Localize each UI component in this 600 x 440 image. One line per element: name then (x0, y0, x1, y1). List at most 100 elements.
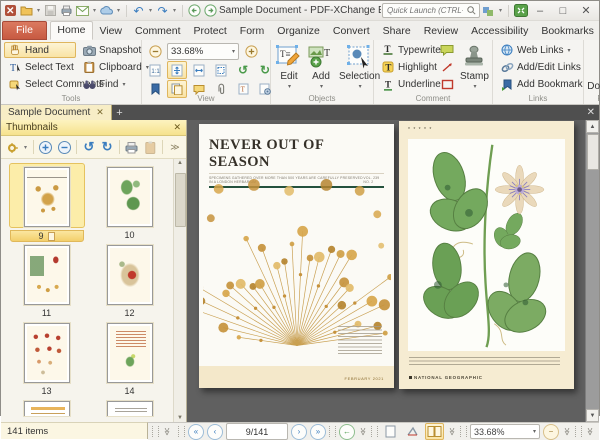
thumbnail-page-15[interactable] (5, 397, 88, 422)
cloud-dropdown[interactable]: ▾ (115, 7, 122, 14)
actual-size-button[interactable]: 1:1 (145, 61, 165, 79)
select-text-button[interactable]: T Select Text (4, 59, 76, 75)
thumbnails-panel-close-icon[interactable]: ✕ (173, 122, 181, 133)
scroll-up-icon[interactable]: ▲ (177, 160, 183, 166)
thumb-zoom-in-button[interactable] (38, 139, 54, 156)
sticky-note-button[interactable] (437, 42, 457, 58)
cloud-upload-icon[interactable] (99, 3, 114, 18)
thumb-zoom-out-button[interactable] (56, 139, 72, 156)
open-file-dropdown[interactable]: ▾ (35, 7, 42, 14)
tab-close-icon[interactable]: ✕ (96, 107, 104, 118)
add-bookmark-button[interactable]: Add Bookmark (496, 77, 587, 93)
nav-more-icon[interactable]: ≫ (359, 427, 368, 437)
menu-organize[interactable]: Organize (271, 23, 327, 40)
two-page-layout-button[interactable] (425, 423, 444, 440)
select-comments-button[interactable]: Select Comments (4, 77, 76, 93)
rectangle-annotation-button[interactable] (437, 77, 457, 93)
quick-launch-box[interactable] (382, 3, 480, 18)
sign-document-button[interactable]: Sign Document (587, 42, 600, 93)
thumbnail-page-13[interactable]: 13 (5, 319, 88, 397)
edit-object-button[interactable]: T≡ Edit ▾ (274, 42, 304, 93)
fit-visible-button[interactable] (211, 61, 231, 79)
maximize-button[interactable]: □ (552, 2, 574, 19)
scrollbar-thumb[interactable] (587, 134, 599, 170)
scrollbar-thumb[interactable] (175, 173, 186, 227)
redo-dropdown[interactable]: ▾ (171, 7, 178, 14)
thumbnail-page-16[interactable] (88, 397, 171, 422)
hand-tool-button[interactable]: Hand (4, 42, 76, 58)
nav-forward-icon[interactable] (203, 3, 218, 18)
menu-comment[interactable]: Comment (129, 23, 188, 40)
undo-dropdown[interactable]: ▾ (147, 7, 154, 14)
thumbnail-page-10[interactable]: 10 (88, 163, 171, 241)
close-button[interactable]: ✕ (575, 2, 597, 19)
previous-view-button[interactable]: ← (339, 424, 355, 440)
rotate-ccw-button[interactable]: ↺ (233, 61, 253, 79)
ribbon-zoom-combobox[interactable]: 33.68% ▾ (167, 43, 239, 60)
minimize-button[interactable]: – (529, 2, 551, 19)
thumbnails-scrollbar[interactable]: ▲ ▼ (173, 159, 186, 422)
typewriter-button[interactable]: T Typewriter (377, 42, 435, 58)
fullscreen-icon[interactable] (513, 3, 528, 18)
new-tab-button[interactable]: + (112, 105, 127, 120)
underline-button[interactable]: T Underline (377, 77, 435, 93)
last-page-button[interactable]: » (310, 424, 326, 440)
ui-options-dropdown[interactable]: ▾ (497, 7, 504, 14)
thumbnails-options-dropdown[interactable]: ▾ (22, 144, 29, 151)
undo-icon[interactable]: ↶ (131, 3, 146, 18)
arrow-annotation-button[interactable] (437, 59, 457, 75)
layout-more-icon[interactable]: ≫ (448, 427, 457, 437)
status-zoom-combobox[interactable]: 33.68% ▾ (470, 424, 540, 439)
email-dropdown[interactable]: ▾ (91, 7, 98, 14)
tabbar-close-icon[interactable]: ✕ (587, 105, 595, 120)
first-page-button[interactable]: « (188, 424, 204, 440)
zoom-in-button[interactable] (241, 42, 261, 60)
thumbnail-page-9[interactable]: 9 (5, 163, 88, 241)
document-scrollbar[interactable]: ▲ ▼ (585, 120, 599, 422)
page-number-field[interactable] (226, 423, 288, 440)
menu-accessibility[interactable]: Accessibility (465, 23, 535, 40)
thumb-rotate-ccw-button[interactable]: ↺ (81, 139, 97, 156)
web-links-button[interactable]: Web Links▾ (496, 42, 587, 58)
menu-view[interactable]: View (93, 23, 129, 40)
add-edit-links-button[interactable]: Add/Edit Links (496, 59, 587, 75)
menu-home[interactable]: Home (50, 21, 93, 40)
menu-protect[interactable]: Protect (187, 23, 233, 40)
thumbnails-options-icon[interactable] (4, 139, 20, 156)
quick-launch-input[interactable] (385, 5, 465, 16)
zoom-out-button[interactable] (145, 42, 165, 60)
thumbnail-page-14[interactable]: 14 (88, 319, 171, 397)
fit-width-button[interactable] (189, 61, 209, 79)
document-view[interactable]: NEVER OUT OF SEASON SPECIMENS GATHERED O… (187, 120, 599, 422)
menu-convert[interactable]: Convert (326, 23, 376, 40)
stamp-button[interactable]: Stamp ▾ (459, 42, 490, 93)
menu-file[interactable]: File (2, 21, 47, 40)
thumbnails-more-icon[interactable]: ≫ (167, 139, 183, 156)
document-tab-active[interactable]: Sample Document ✕ (1, 105, 112, 120)
open-file-icon[interactable] (19, 3, 34, 18)
nav-back-icon[interactable] (187, 3, 202, 18)
thumbnail-page-12[interactable]: 12 (88, 241, 171, 319)
email-icon[interactable] (75, 3, 90, 18)
menu-form[interactable]: Form (233, 23, 271, 40)
save-icon[interactable] (43, 3, 58, 18)
redo-icon[interactable]: ↷ (155, 3, 170, 18)
thumbnail-page-11[interactable]: 11 (5, 241, 88, 319)
prev-page-button[interactable]: ‹ (207, 424, 223, 440)
print-icon[interactable] (59, 3, 74, 18)
highlight-button[interactable]: T Highlight (377, 59, 435, 75)
single-page-layout-button[interactable] (381, 423, 400, 440)
fit-page-button[interactable] (167, 61, 187, 79)
right-more-icon[interactable]: ≫ (586, 427, 595, 437)
thumb-rotate-cw-button[interactable]: ↻ (99, 139, 115, 156)
menu-bookmarks[interactable]: Bookmarks (535, 23, 600, 40)
menu-share[interactable]: Share (376, 23, 417, 40)
continuous-layout-button[interactable] (403, 423, 422, 440)
thumb-print-icon[interactable] (124, 139, 140, 156)
menu-review[interactable]: Review (417, 23, 464, 40)
status-zoom-out-button[interactable]: − (543, 424, 559, 440)
ui-options-icon[interactable] (481, 3, 496, 18)
status-more-icon[interactable]: ≫ (163, 427, 172, 437)
add-object-button[interactable]: T Add ▾ (306, 42, 336, 93)
next-page-button[interactable]: › (291, 424, 307, 440)
